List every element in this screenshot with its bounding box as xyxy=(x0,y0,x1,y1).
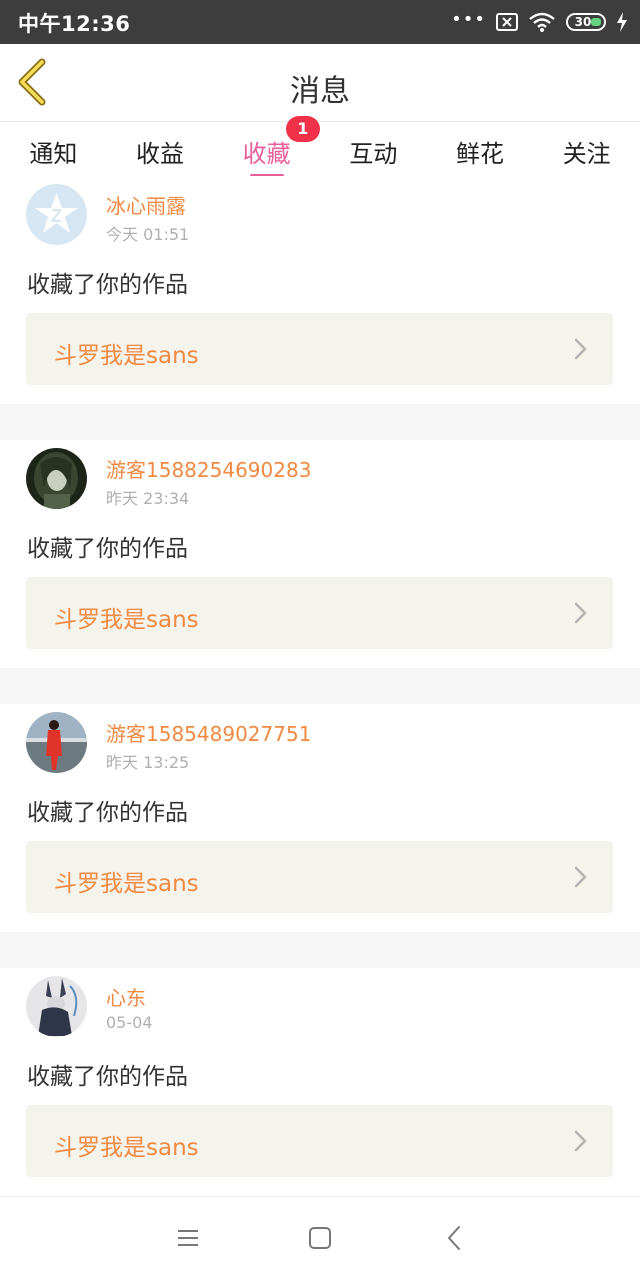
wifi-icon xyxy=(529,12,555,32)
avatar[interactable] xyxy=(26,712,87,773)
home-icon[interactable] xyxy=(305,1223,335,1253)
tab-label: 关注 xyxy=(562,140,611,168)
rabbit-character-avatar-icon xyxy=(26,976,87,1037)
battery-level: 30 xyxy=(574,15,592,29)
svg-text:Z: Z xyxy=(51,206,62,226)
username[interactable]: 心东 xyxy=(106,982,146,1011)
divider xyxy=(0,668,640,704)
list-item: 游客1585489027751 昨天 13:25 收藏了你的作品 斗罗我是san… xyxy=(0,704,640,932)
page-title: 消息 xyxy=(290,74,350,109)
work-card[interactable]: 斗罗我是sans xyxy=(26,313,613,385)
tab-bar: 通知 收益 收藏 1 互动 鲜花 关注 xyxy=(0,116,640,182)
tab-label: 互动 xyxy=(349,140,398,168)
avatar[interactable] xyxy=(26,448,87,509)
work-title: 斗罗我是sans xyxy=(54,1135,199,1161)
action-text: 收藏了你的作品 xyxy=(27,272,188,298)
chevron-right-icon xyxy=(574,338,587,360)
status-bar: 中午12:36 ••• 30 xyxy=(0,0,640,44)
chevron-right-icon xyxy=(574,866,587,888)
tab-follows[interactable]: 关注 xyxy=(533,122,640,182)
qq-default-avatar-icon: Z xyxy=(26,184,87,245)
action-text: 收藏了你的作品 xyxy=(27,536,188,562)
work-card[interactable]: 斗罗我是sans xyxy=(26,1105,613,1177)
action-text: 收藏了你的作品 xyxy=(27,1064,188,1090)
avatar[interactable] xyxy=(26,976,87,1037)
avatar[interactable]: Z xyxy=(26,184,87,245)
charging-icon xyxy=(617,12,627,32)
tab-notifications[interactable]: 通知 xyxy=(0,122,107,182)
work-title: 斗罗我是sans xyxy=(54,607,199,633)
work-card[interactable]: 斗罗我是sans xyxy=(26,577,613,649)
tab-favorites[interactable]: 收藏 1 xyxy=(213,116,320,182)
message-list: Z 冰心雨露 今天 01:51 收藏了你的作品 斗罗我是sans 游客15882… xyxy=(0,176,640,1196)
battery-icon: 30 xyxy=(566,13,606,31)
status-time: 中午12:36 xyxy=(18,12,131,36)
tab-earnings[interactable]: 收益 xyxy=(107,122,214,182)
navbar: 消息 xyxy=(0,44,640,122)
unread-badge: 1 xyxy=(285,116,320,142)
menu-icon[interactable] xyxy=(173,1223,203,1253)
work-card[interactable]: 斗罗我是sans xyxy=(26,841,613,913)
tab-label: 鲜花 xyxy=(456,140,505,168)
list-item: 游客1588254690283 昨天 23:34 收藏了你的作品 斗罗我是san… xyxy=(0,440,640,668)
username[interactable]: 冰心雨露 xyxy=(106,190,186,219)
action-text: 收藏了你的作品 xyxy=(27,800,188,826)
timestamp: 昨天 23:34 xyxy=(106,489,190,508)
tab-flowers[interactable]: 鲜花 xyxy=(427,122,534,182)
work-title: 斗罗我是sans xyxy=(54,871,199,897)
anime-girl-avatar-icon xyxy=(26,448,87,509)
chevron-right-icon xyxy=(574,1130,587,1152)
more-dots-icon: ••• xyxy=(451,8,486,30)
username[interactable]: 游客1588254690283 xyxy=(106,454,311,483)
timestamp: 昨天 13:25 xyxy=(106,753,190,772)
tab-label: 收藏 xyxy=(242,140,291,168)
timestamp: 05-04 xyxy=(106,1013,153,1032)
person-red-avatar-icon xyxy=(26,712,87,773)
divider xyxy=(0,932,640,968)
chevron-right-icon xyxy=(574,602,587,624)
sim-blocked-icon xyxy=(496,13,518,31)
system-nav-bar xyxy=(0,1196,640,1280)
list-item: 心东 05-04 收藏了你的作品 斗罗我是sans xyxy=(0,968,640,1196)
status-icons: ••• 30 xyxy=(451,8,628,34)
tab-label: 收益 xyxy=(136,140,184,168)
username[interactable]: 游客1585489027751 xyxy=(106,718,311,747)
work-title: 斗罗我是sans xyxy=(54,343,199,369)
list-item: Z 冰心雨露 今天 01:51 收藏了你的作品 斗罗我是sans xyxy=(0,176,640,404)
timestamp: 今天 01:51 xyxy=(106,225,190,244)
divider xyxy=(0,404,640,440)
tab-interactions[interactable]: 互动 xyxy=(320,122,427,182)
tab-label: 通知 xyxy=(29,140,78,168)
back-icon[interactable] xyxy=(440,1223,470,1253)
